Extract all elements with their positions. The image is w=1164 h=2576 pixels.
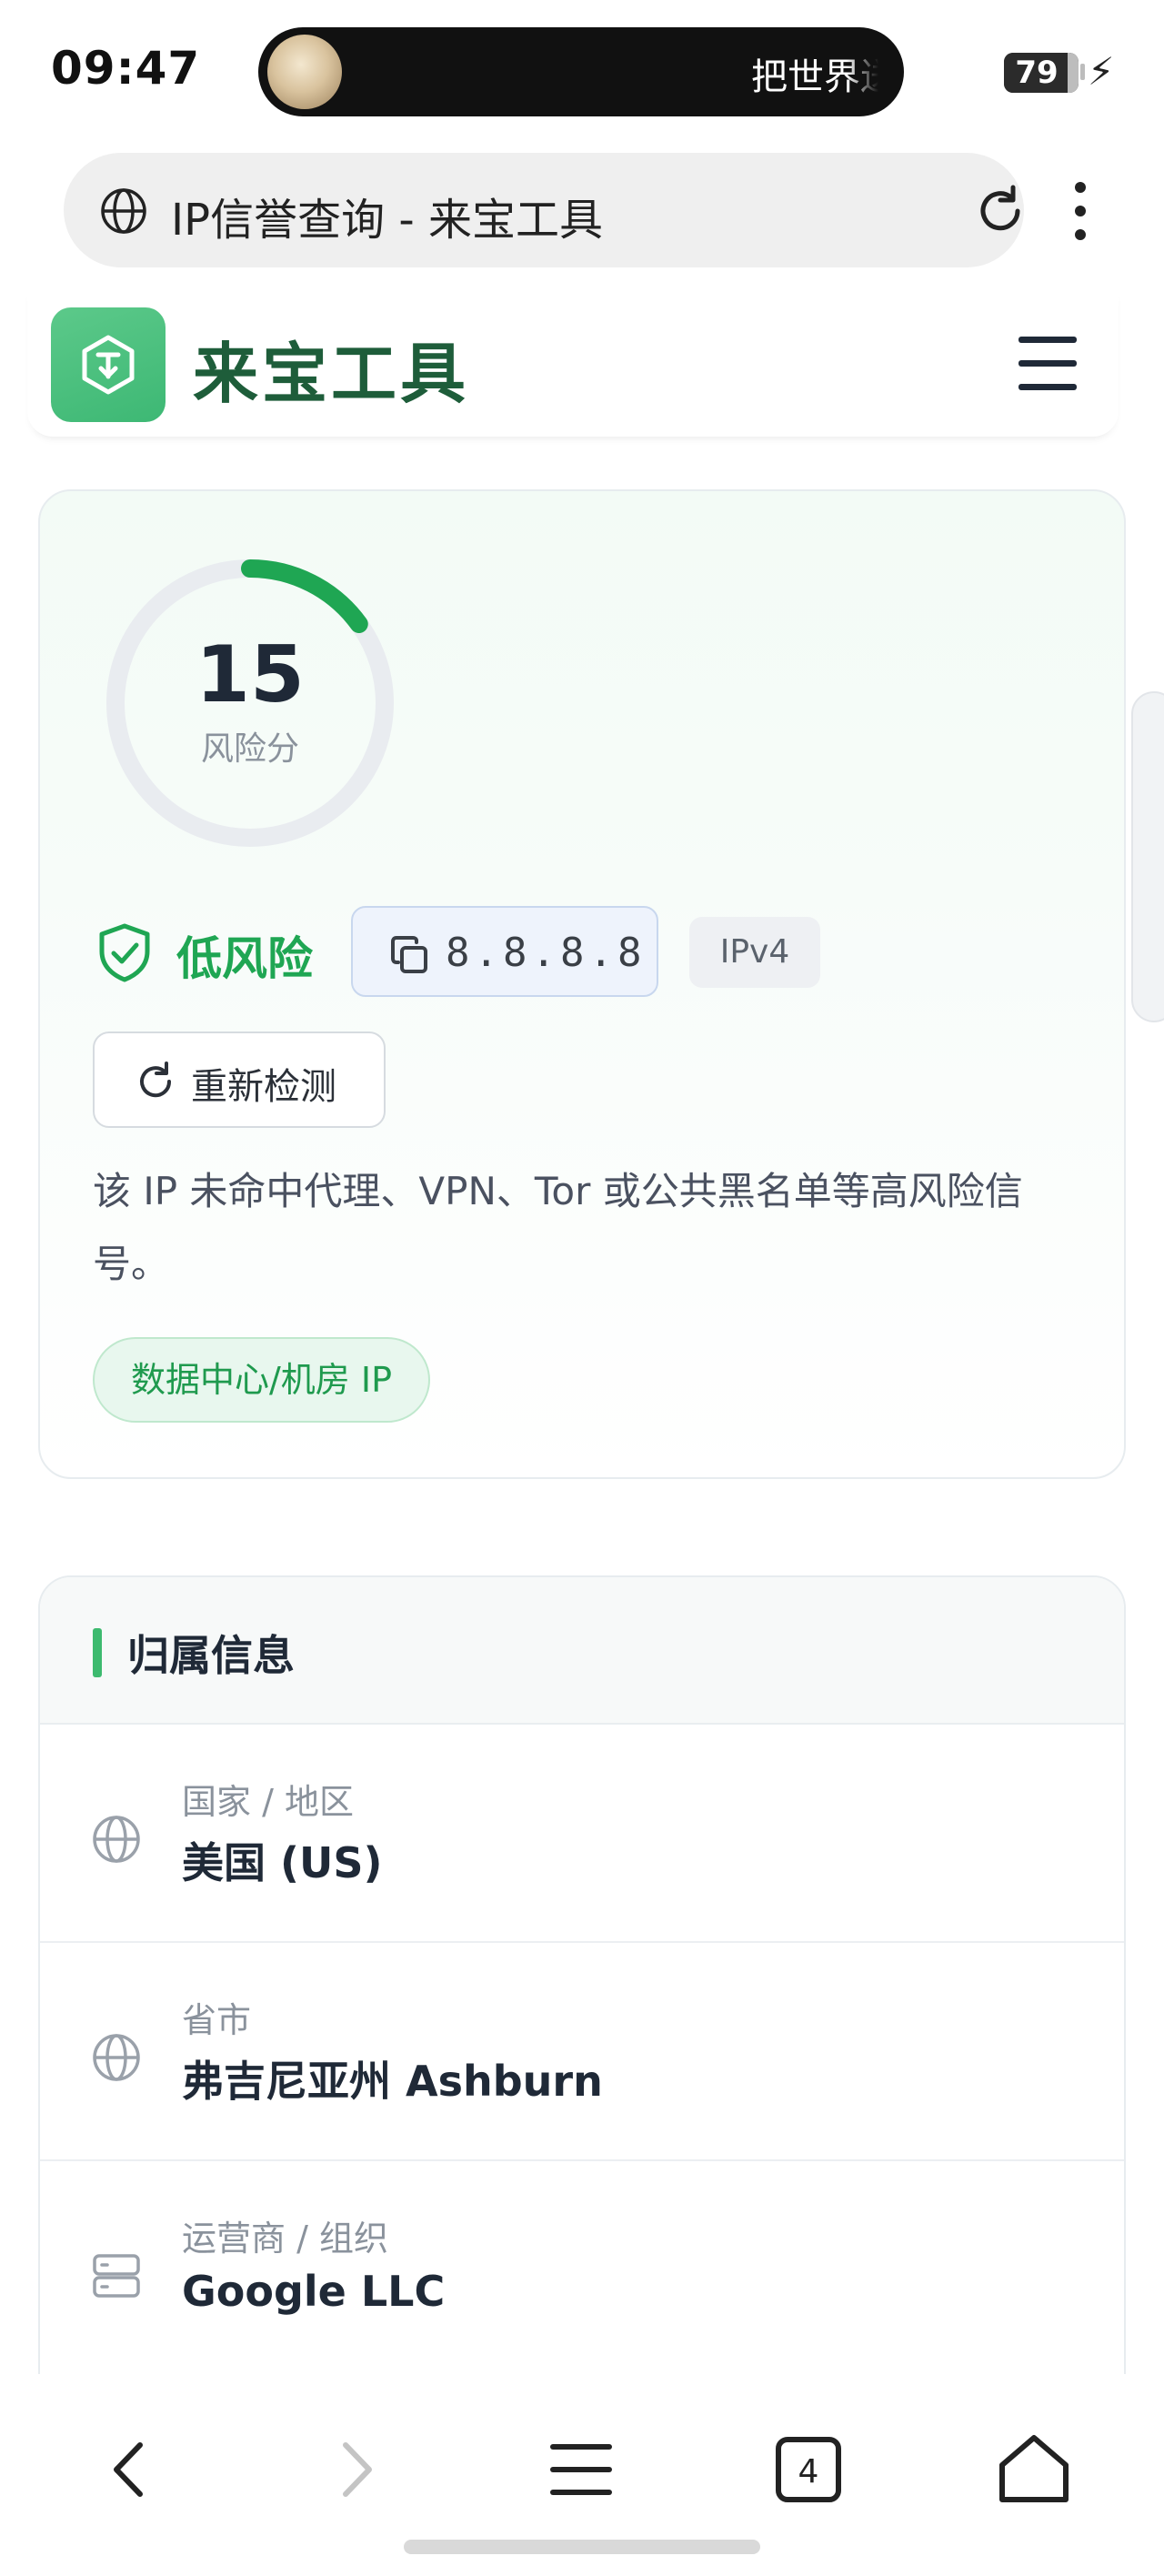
home-button[interactable] <box>984 2420 1084 2520</box>
attr-row-country: 国家 / 地区 美国 (US) <box>40 1725 1124 1943</box>
risk-level: 低风险 <box>176 932 313 985</box>
row-value: 美国 (US) <box>182 1838 383 1887</box>
ip-type-tag: 数据中心/机房 IP <box>93 1337 431 1423</box>
tabs-icon: 4 <box>776 2437 841 2502</box>
risk-description: 该 IP 未命中代理、VPN、Tor 或公共黑名单等高风险信号。 <box>93 1169 1023 1286</box>
address-bar[interactable]: IP信誉查询 - 来宝工具 <box>64 153 1024 267</box>
status-time: 09:47 <box>51 42 201 95</box>
globe-icon <box>93 1816 140 1863</box>
row-label: 省市 <box>182 2000 252 2040</box>
battery-nub <box>1080 64 1085 80</box>
gauge-arc <box>241 559 368 634</box>
scroll-handle[interactable] <box>1131 691 1164 1022</box>
row-value: 弗吉尼亚州 Ashburn <box>182 2057 603 2106</box>
forward-button[interactable] <box>306 2420 406 2520</box>
risk-score-label: 风险分 <box>200 730 299 768</box>
risk-score: 15 <box>196 629 305 720</box>
recheck-label: 重新检测 <box>191 1066 336 1108</box>
copy-ip-button[interactable]: 8.8.8.8 <box>351 906 658 997</box>
site-name[interactable]: 来宝工具 <box>193 320 469 416</box>
shield-check-icon <box>99 923 150 982</box>
attr-row-isp: 运营商 / 组织 Google LLC <box>40 2161 1124 2380</box>
menu-lines-icon <box>550 2444 612 2495</box>
recheck-button[interactable]: 重新检测 <box>93 1031 386 1128</box>
section-accent-bar <box>93 1628 102 1677</box>
row-value: Google LLC <box>182 2267 446 2316</box>
reload-icon[interactable] <box>973 184 1028 238</box>
menu-button[interactable] <box>531 2420 631 2520</box>
globe-icon <box>101 188 146 234</box>
risk-summary-card: 15 风险分 低风险 8.8.8.8 IPv4 重新检测 该 IP 未命中代理、… <box>38 489 1126 1479</box>
attribution-title: 归属信息 <box>127 1631 295 1680</box>
menu-icon[interactable] <box>1018 333 1082 393</box>
logo[interactable] <box>51 307 166 422</box>
refresh-icon <box>140 1062 172 1098</box>
home-icon <box>999 2435 1069 2502</box>
island-text: 把世界送 <box>751 56 878 98</box>
copy-icon <box>391 936 427 973</box>
back-button[interactable] <box>80 2420 180 2520</box>
page-title: IP信誉查询 - 来宝工具 <box>171 195 603 246</box>
attr-row-region: 省市 弗吉尼亚州 Ashburn <box>40 1943 1124 2161</box>
battery-icon: 79 <box>1004 53 1079 93</box>
tab-count: 4 <box>798 2453 819 2490</box>
attribution-header: 归属信息 <box>40 1577 1124 1725</box>
tabs-button[interactable]: 4 <box>758 2420 858 2520</box>
media-thumbnail <box>267 35 342 109</box>
logo-icon <box>82 335 135 395</box>
row-label: 运营商 / 组织 <box>182 2219 388 2259</box>
status-bar: 09:47 把世界送 79 ⚡ <box>0 0 1164 146</box>
battery-level: 79 <box>1015 55 1059 91</box>
more-menu-icon[interactable] <box>1062 178 1099 244</box>
charging-icon: ⚡ <box>1088 49 1115 94</box>
ip-version-badge: IPv4 <box>689 917 820 988</box>
site-header: 来宝工具 <box>27 287 1119 437</box>
dynamic-island[interactable]: 把世界送 <box>258 27 904 116</box>
server-icon <box>93 2254 140 2298</box>
ip-address: 8.8.8.8 <box>446 930 647 976</box>
globe-icon <box>93 2034 140 2081</box>
home-indicator[interactable] <box>404 2540 760 2554</box>
chevron-left-icon <box>114 2442 143 2497</box>
chevron-right-icon <box>343 2442 372 2497</box>
row-label: 国家 / 地区 <box>182 1782 354 1822</box>
